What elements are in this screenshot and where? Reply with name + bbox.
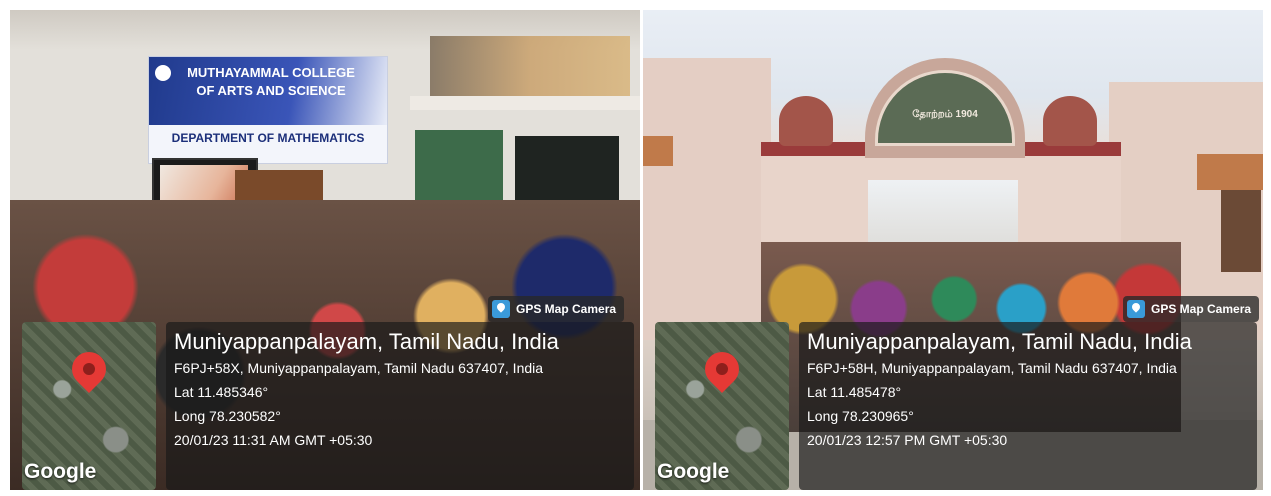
location-map-thumbnail: Google <box>22 322 156 490</box>
wooden-window <box>1221 190 1261 272</box>
latitude: Lat 11.485346° <box>174 384 269 400</box>
timestamp: 20/01/23 11:31 AM GMT +05:30 <box>174 432 373 448</box>
gps-camera-icon <box>492 300 510 318</box>
gps-camera-label: GPS Map Camera <box>1151 302 1252 316</box>
gps-info-panel: Muniyappanpalayam, Tamil Nadu, India F6P… <box>799 322 1257 490</box>
school-gate-photo: தோற்றம் 1904 GPS Map Camera Google Muniy… <box>643 10 1263 490</box>
map-pin-icon <box>697 344 747 394</box>
founded-year-text: தோற்றம் 1904 <box>912 109 978 120</box>
location-place: Muniyappanpalayam, Tamil Nadu, India <box>807 329 1192 354</box>
google-logo: Google <box>24 460 97 483</box>
location-address: F6PJ+58X, Muniyappanpalayam, Tamil Nadu … <box>174 360 544 376</box>
wall-shelf <box>410 96 640 110</box>
gps-camera-label: GPS Map Camera <box>516 302 617 316</box>
college-logo-icon <box>155 65 171 81</box>
classroom-photo: MUTHAYAMMAL COLLEGE OF ARTS AND SCIENCE … <box>10 10 640 490</box>
gps-info-panel: Muniyappanpalayam, Tamil Nadu, India F6P… <box>166 322 634 490</box>
google-logo: Google <box>657 460 730 483</box>
stacked-boxes <box>430 36 630 96</box>
banner-college-name-line2: OF ARTS AND SCIENCE <box>196 83 346 98</box>
gps-camera-badge: GPS Map Camera <box>1123 296 1260 322</box>
banner-college-name-line1: MUTHAYAMMAL COLLEGE <box>187 65 355 80</box>
longitude: Long 78.230582° <box>174 408 281 424</box>
location-map-thumbnail: Google <box>655 322 789 490</box>
location-address: F6PJ+58H, Muniyappanpalayam, Tamil Nadu … <box>807 360 1177 376</box>
map-pin-icon <box>64 344 114 394</box>
banner-department: DEPARTMENT OF MATHEMATICS <box>171 131 365 145</box>
gate-ornament <box>1043 96 1097 146</box>
gate-ornament <box>779 96 833 146</box>
longitude: Long 78.230965° <box>807 408 914 424</box>
timestamp: 20/01/23 12:57 PM GMT +05:30 <box>807 432 1008 448</box>
latitude: Lat 11.485478° <box>807 384 902 400</box>
location-place: Muniyappanpalayam, Tamil Nadu, India <box>174 329 559 354</box>
gps-camera-badge: GPS Map Camera <box>488 296 625 322</box>
left-building <box>643 58 771 340</box>
gps-camera-icon <box>1127 300 1145 318</box>
college-banner: MUTHAYAMMAL COLLEGE OF ARTS AND SCIENCE … <box>148 56 388 164</box>
